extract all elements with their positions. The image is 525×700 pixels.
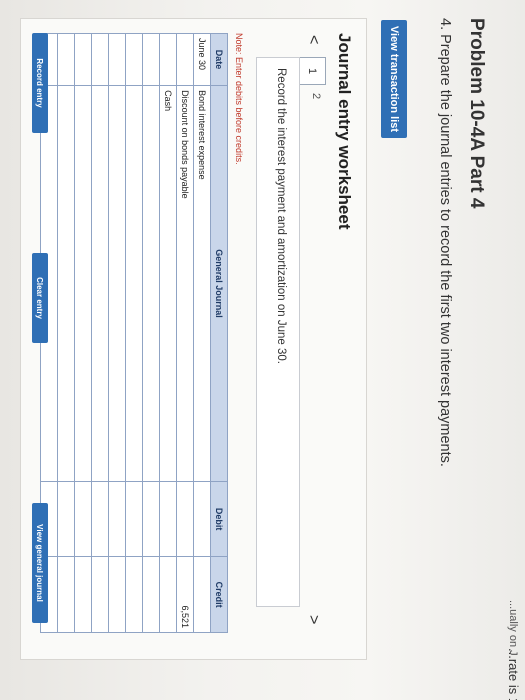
debit-cell[interactable] <box>142 481 160 557</box>
account-cell[interactable] <box>74 85 92 482</box>
column-header-debit: Debit <box>210 481 228 557</box>
credit-cell[interactable] <box>125 556 143 633</box>
view-general-journal-button[interactable]: View general journal <box>32 503 48 623</box>
date-cell[interactable] <box>159 33 177 86</box>
account-cell[interactable] <box>142 85 160 482</box>
tab-2[interactable]: 2 <box>310 93 322 99</box>
photo-frame: ...rate is 12%. ...ually on J Problem 10… <box>0 0 525 700</box>
column-header-general-journal: General Journal <box>210 85 228 482</box>
journal-table: Date General Journal Debit Credit June 3… <box>40 33 228 633</box>
debit-cell[interactable] <box>125 481 143 557</box>
problem-instruction: 4. Prepare the journal entries to record… <box>437 18 453 467</box>
table-row <box>108 33 126 633</box>
view-transaction-list-button[interactable]: View transaction list <box>381 20 407 138</box>
table-row <box>91 33 109 633</box>
date-cell[interactable] <box>142 33 160 86</box>
debit-cell[interactable] <box>193 481 211 557</box>
rotated-page: ...rate is 12%. ...ually on J Problem 10… <box>0 0 525 700</box>
table-row: June 30 Bond interest expense <box>193 33 211 633</box>
debit-cell[interactable] <box>57 481 75 557</box>
credit-cell[interactable] <box>142 556 160 633</box>
date-cell[interactable] <box>74 33 92 86</box>
account-cell[interactable]: Bond interest expense <box>193 85 211 482</box>
debit-cell[interactable] <box>108 481 126 557</box>
table-row: Cash <box>159 33 177 633</box>
journal-entry-worksheet: Journal entry worksheet < 1 2 > Record t… <box>20 18 367 660</box>
record-instruction-panel: Record the interest payment and amortiza… <box>256 57 300 607</box>
corner-text-top: ...rate is 12%. <box>506 648 521 700</box>
note-text: Note: Enter debits before credits. <box>234 33 244 165</box>
credit-cell[interactable] <box>74 556 92 633</box>
table-row <box>74 33 92 633</box>
table-row <box>57 33 75 633</box>
credit-cell[interactable] <box>91 556 109 633</box>
credit-cell[interactable]: 6,521 <box>176 556 194 633</box>
date-cell[interactable] <box>108 33 126 86</box>
account-cell[interactable] <box>125 85 143 482</box>
credit-cell[interactable] <box>108 556 126 633</box>
date-cell[interactable] <box>57 33 75 86</box>
credit-cell[interactable] <box>57 556 75 633</box>
account-cell[interactable]: Cash <box>159 85 177 482</box>
credit-cell[interactable] <box>159 556 177 633</box>
page-title: Problem 10-4A Part 4 <box>466 18 487 209</box>
debit-cell[interactable] <box>91 481 109 557</box>
tab-1[interactable]: 1 <box>298 57 326 85</box>
date-cell[interactable] <box>91 33 109 86</box>
worksheet-title: Journal entry worksheet <box>335 33 354 230</box>
account-cell[interactable]: Discount on bonds payable <box>176 85 194 482</box>
account-cell[interactable] <box>91 85 109 482</box>
next-arrow-icon[interactable]: > <box>304 615 322 624</box>
table-row <box>125 33 143 633</box>
date-cell[interactable]: June 30 <box>193 33 211 86</box>
debit-cell[interactable] <box>176 481 194 557</box>
account-cell[interactable] <box>108 85 126 482</box>
account-cell[interactable] <box>57 85 75 482</box>
date-cell[interactable] <box>125 33 143 86</box>
credit-cell[interactable] <box>193 556 211 633</box>
date-cell[interactable] <box>176 33 194 86</box>
table-row: Discount on bonds payable 6,521 <box>176 33 194 633</box>
column-header-credit: Credit <box>210 556 228 633</box>
record-entry-button[interactable]: Record entry <box>32 33 48 133</box>
debit-cell[interactable] <box>159 481 177 557</box>
debit-cell[interactable] <box>74 481 92 557</box>
column-header-date: Date <box>210 33 228 86</box>
prev-arrow-icon[interactable]: < <box>304 35 322 44</box>
table-row <box>142 33 160 633</box>
record-instruction-text: Record the interest payment and amortiza… <box>275 68 287 364</box>
bottom-button-bar: Record entry Clear entry View general jo… <box>28 33 48 633</box>
corner-text-partial: ...ually on J <box>507 600 519 656</box>
clear-entry-button[interactable]: Clear entry <box>32 253 48 343</box>
